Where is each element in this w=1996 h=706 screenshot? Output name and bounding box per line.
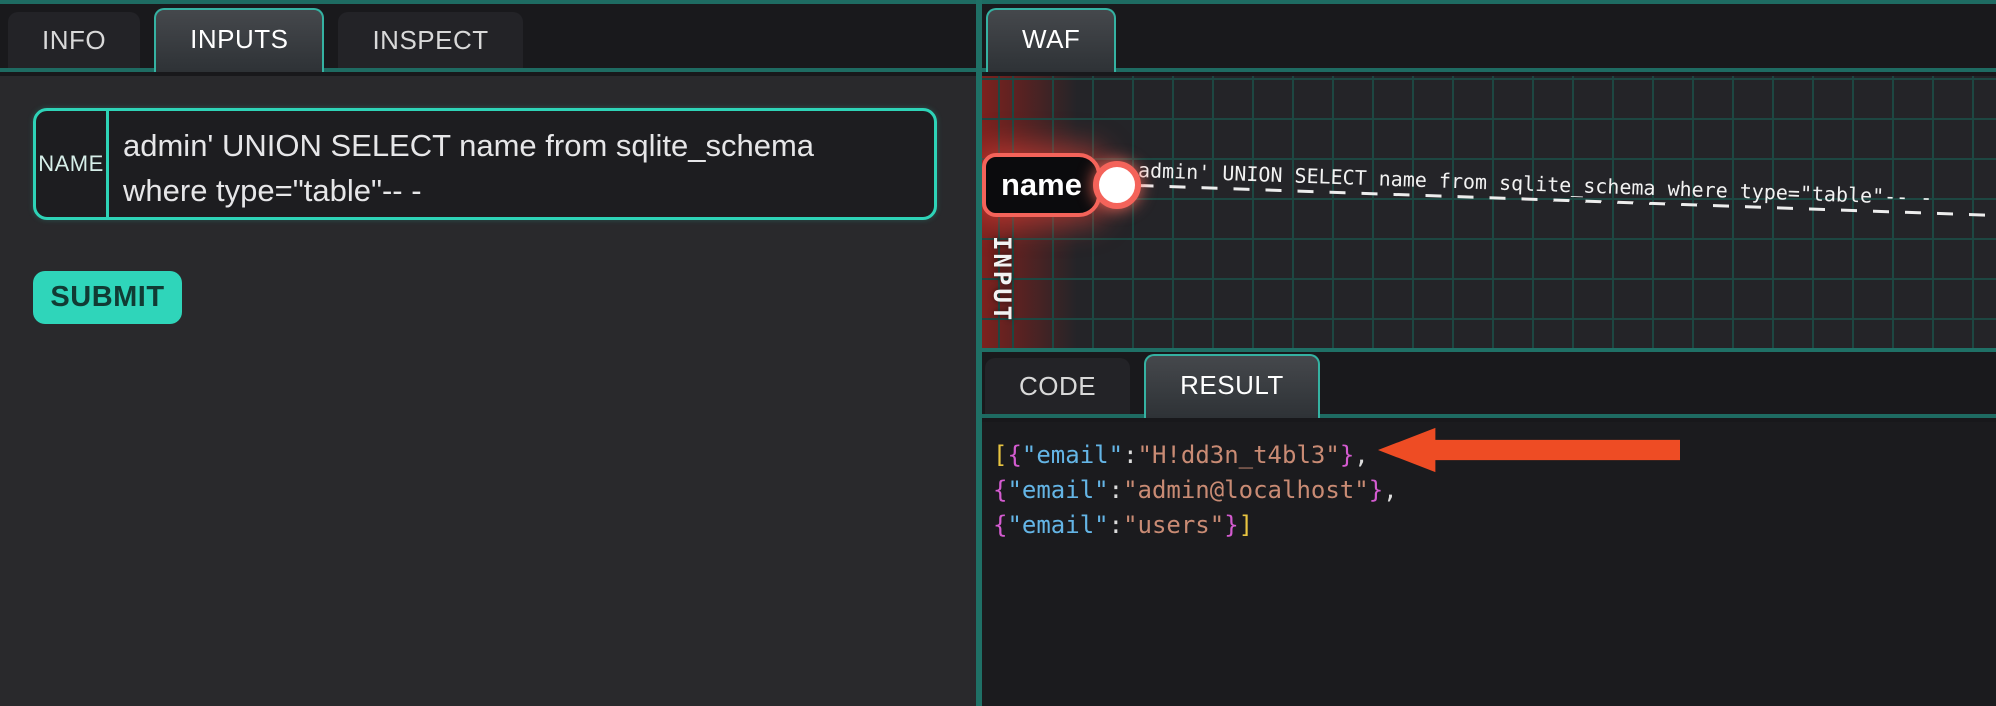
annotation-arrow-icon	[1378, 427, 1680, 473]
tab-info[interactable]: INFO	[8, 12, 140, 68]
tab-inputs[interactable]: INPUTS	[154, 8, 324, 72]
left-tab-bar: INFO INPUTS INSPECT	[0, 4, 976, 72]
payload-trace: admin' UNION SELECT name from sqlite_sch…	[1137, 158, 1996, 218]
payload-text: admin' UNION SELECT name from sqlite_sch…	[1138, 158, 1996, 213]
node-port-circle	[1093, 161, 1141, 209]
result-line: [{"email":"H!dd3n_t4bl3"},	[993, 438, 1398, 473]
tab-inspect[interactable]: INSPECT	[338, 12, 522, 68]
waf-visualization: name INPUT admin' UNION SELECT name from…	[982, 76, 1996, 348]
submit-button[interactable]: SUBMIT	[33, 271, 182, 324]
tab-code[interactable]: CODE	[985, 358, 1130, 414]
result-line: {"email":"admin@localhost"},	[993, 473, 1398, 508]
name-input-label: NAME	[36, 111, 109, 217]
tab-waf[interactable]: WAF	[986, 8, 1116, 72]
input-axis-label: INPUT	[988, 236, 1016, 323]
app-screen: INFO INPUTS INSPECT NAME admin' UNION SE…	[0, 0, 1996, 706]
result-line: {"email":"users"}]	[993, 508, 1398, 543]
output-tab-bar: CODE RESULT	[982, 352, 1996, 418]
grid-bottom-border	[982, 348, 1996, 352]
name-input[interactable]: admin' UNION SELECT name from sqlite_sch…	[109, 111, 919, 217]
result-panel: [{"email":"H!dd3n_t4bl3"},{"email":"admi…	[982, 422, 1996, 706]
input-node-name: name	[982, 153, 1101, 217]
name-input-group: NAME admin' UNION SELECT name from sqlit…	[33, 108, 937, 220]
tab-result[interactable]: RESULT	[1144, 354, 1320, 418]
result-json: [{"email":"H!dd3n_t4bl3"},{"email":"admi…	[993, 438, 1398, 543]
inputs-panel: NAME admin' UNION SELECT name from sqlit…	[0, 76, 976, 706]
panel-divider	[976, 0, 982, 706]
waf-tab-bar: WAF	[982, 4, 1996, 72]
